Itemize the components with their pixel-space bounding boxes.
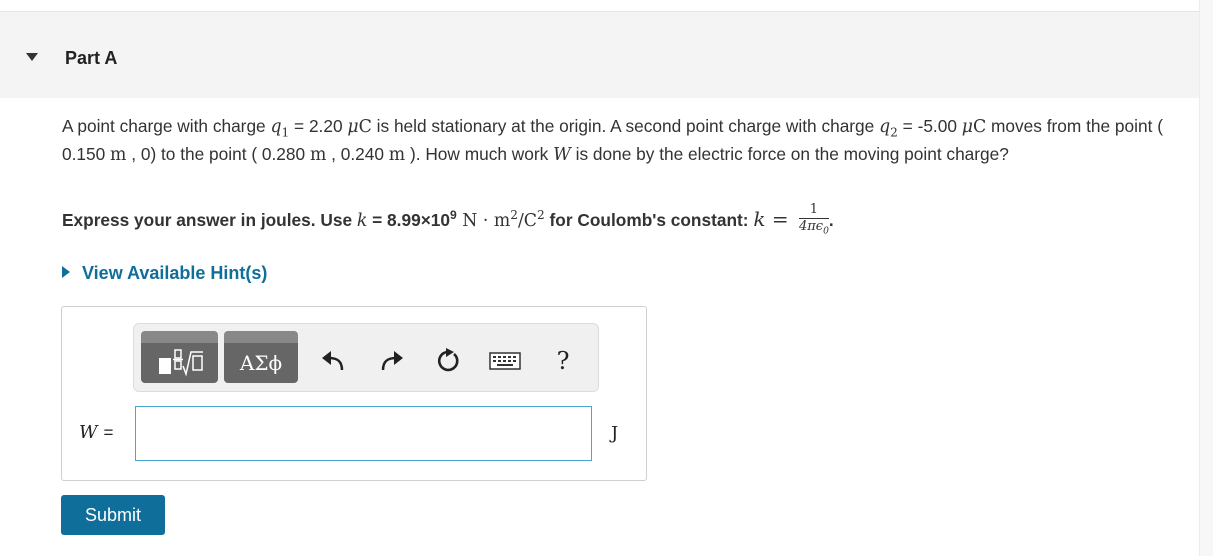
part-header[interactable]: Part A: [0, 11, 1199, 98]
problem-statement: A point charge with charge q1 = 2.20 μC …: [62, 116, 1163, 166]
help-button[interactable]: ?: [548, 346, 578, 376]
answer-variable-label: W =: [79, 422, 114, 443]
greek-symbols-button[interactable]: ΑΣϕ: [224, 331, 298, 383]
reset-icon[interactable]: [432, 346, 462, 376]
keyboard-icon[interactable]: [488, 346, 522, 376]
answer-unit: J: [611, 423, 619, 444]
collapse-caret-icon[interactable]: [26, 53, 38, 61]
part-title: Part A: [65, 48, 118, 68]
answer-instruction: Express your answer in joules. Use k = 8…: [62, 201, 834, 240]
undo-icon[interactable]: [318, 346, 348, 376]
coulomb-fraction: 1 4πϵ0: [798, 202, 829, 237]
templates-button[interactable]: [141, 331, 218, 383]
redo-icon[interactable]: [377, 346, 407, 376]
page-scroll-edge: [1199, 0, 1213, 556]
templates-icon: [158, 349, 203, 377]
answer-input[interactable]: [135, 406, 592, 461]
view-hints-link[interactable]: View Available Hint(s): [62, 263, 267, 284]
expand-caret-icon: [62, 266, 70, 278]
submit-button[interactable]: Submit: [61, 495, 165, 535]
help-icon: ?: [556, 347, 570, 375]
